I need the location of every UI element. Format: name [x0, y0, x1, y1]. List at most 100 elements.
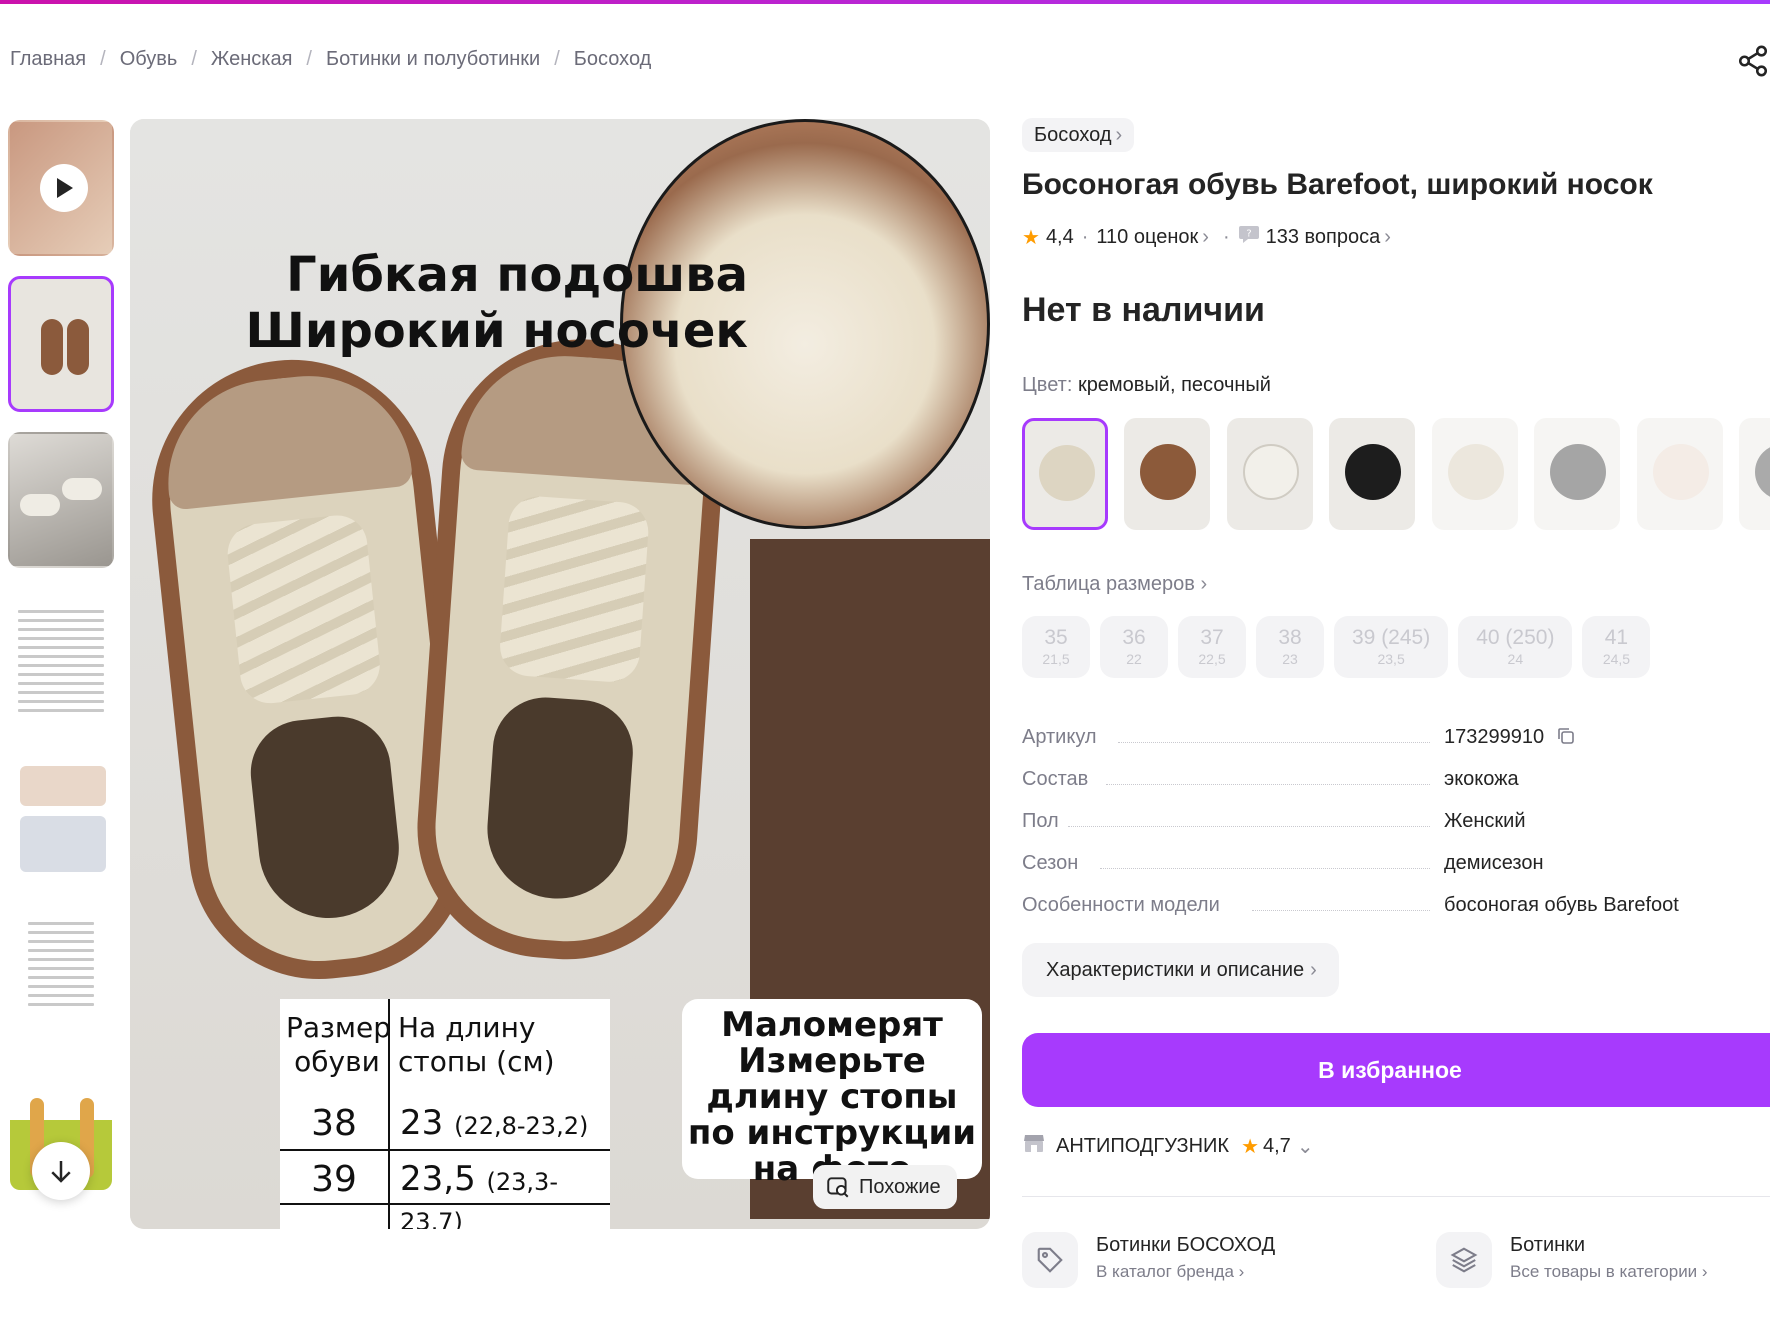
param-value: 173299910: [1444, 726, 1545, 748]
color-variant[interactable]: [1022, 418, 1108, 530]
brand-catalog-link[interactable]: Ботинки БОСОХОД В каталог бренда ›: [1022, 1232, 1275, 1288]
color-variant[interactable]: [1636, 418, 1723, 530]
param-key: Артикул: [1022, 726, 1103, 749]
color-variant[interactable]: [1226, 418, 1313, 530]
breadcrumb-item[interactable]: Главная: [10, 48, 86, 71]
color-variants: [1022, 418, 1770, 532]
thumbnail-video[interactable]: [8, 120, 114, 256]
param-key: Сезон: [1022, 852, 1085, 875]
play-icon: [40, 164, 88, 212]
category-link-subtitle: Все товары в категории: [1510, 1262, 1698, 1281]
chevron-right-icon: ›: [1384, 225, 1391, 248]
param-key: Пол: [1022, 810, 1065, 833]
thumbnail-image[interactable]: [8, 744, 114, 880]
size-option[interactable]: 36 22: [1100, 616, 1168, 678]
breadcrumb-separator: /: [306, 48, 312, 70]
image-size-table: Размер обуви На длину стопы (см) 38 23 (…: [280, 999, 610, 1229]
star-icon: ★: [1022, 226, 1040, 249]
chevron-right-icon: ›: [1115, 123, 1123, 146]
layers-icon: [1436, 1232, 1492, 1288]
separator-dot: ·: [1081, 225, 1089, 248]
color-variant[interactable]: [1739, 418, 1770, 530]
thumbnail-image[interactable]: [8, 276, 114, 412]
characteristics-button[interactable]: Характеристики и описание ›: [1022, 943, 1339, 997]
param-key: Особенности модели: [1022, 894, 1226, 917]
similar-products-button[interactable]: Похожие: [813, 1165, 957, 1209]
category-link[interactable]: Ботинки Все товары в категории ›: [1436, 1232, 1708, 1288]
breadcrumb-separator: /: [191, 48, 197, 70]
size-option[interactable]: 35 21,5: [1022, 616, 1090, 678]
brand-link-title: Ботинки БОСОХОД: [1096, 1234, 1276, 1256]
chevron-right-icon: ›: [1310, 958, 1317, 981]
param-row: Состав экокожа: [1022, 762, 1770, 804]
breadcrumb-item[interactable]: Обувь: [120, 48, 178, 71]
color-label: Цвет: кремовый, песочный: [1022, 374, 1271, 396]
product-title: Босоногая обувь Barefoot, широкий носок: [1022, 168, 1653, 201]
breadcrumb-item[interactable]: Женская: [211, 48, 293, 71]
param-value: демисезон: [1444, 852, 1544, 874]
param-row: Пол Женский: [1022, 804, 1770, 846]
thumbnail-image[interactable]: [8, 432, 114, 568]
reviews-link[interactable]: 110 оценок: [1096, 226, 1198, 249]
param-value: экокожа: [1444, 768, 1519, 790]
seller-name: АНТИПОДГУЗНИК: [1056, 1134, 1230, 1157]
question-icon: ?: [1238, 224, 1260, 250]
rating-value: 4,4: [1045, 225, 1074, 248]
thumbnail-image[interactable]: [8, 900, 114, 1036]
image-headline: Гибкая подошва Широкий носочек: [245, 247, 748, 359]
breadcrumb-item[interactable]: Ботинки и полуботинки: [326, 48, 540, 71]
size-option[interactable]: 37 22,5: [1178, 616, 1246, 678]
param-value: босоногая обувь Barefoot: [1444, 894, 1679, 916]
image-promo-text: Маломерят Измерьте длину стопы по инстру…: [682, 999, 982, 1187]
size-table-row: 39 23,5 (23,3-23,7): [280, 1149, 610, 1229]
questions-link[interactable]: 133 вопроса: [1266, 226, 1381, 249]
size-option[interactable]: 40 (250) 24: [1458, 616, 1573, 678]
share-icon[interactable]: [1736, 44, 1770, 78]
copy-icon[interactable]: [1556, 726, 1576, 752]
product-params: Артикул 173299910 Состав экокожа Пол Жен…: [1022, 720, 1770, 930]
scroll-down-button[interactable]: [32, 1142, 90, 1200]
thumbnail-image[interactable]: [8, 588, 114, 724]
category-link-title: Ботинки: [1510, 1234, 1586, 1256]
breadcrumb: Главная / Обувь / Женская / Ботинки и по…: [10, 48, 651, 71]
main-product-image[interactable]: Гибкая подошва Широкий носочек Размер об…: [130, 119, 990, 1229]
size-option[interactable]: 38 23: [1256, 616, 1324, 678]
size-table-link[interactable]: Таблица размеров ›: [1022, 573, 1207, 596]
similar-label: Похожие: [859, 1175, 941, 1198]
color-variant[interactable]: [1124, 418, 1211, 530]
seller-rating: 4,7: [1263, 1134, 1291, 1157]
stock-status: Нет в наличии: [1022, 291, 1265, 329]
breadcrumb-separator: /: [554, 48, 560, 70]
gallery-thumbnails: [8, 120, 116, 1230]
color-variant[interactable]: [1534, 418, 1621, 530]
brand-name: Босоход: [1034, 123, 1112, 146]
chevron-down-icon: ⌄: [1296, 1135, 1314, 1158]
brand-link-subtitle: В каталог бренда: [1096, 1262, 1234, 1281]
color-variant[interactable]: [1431, 418, 1518, 530]
rating-row: ★ 4,4 · 110 оценок › · ? 133 вопроса ›: [1022, 224, 1391, 250]
param-row: Сезон демисезон: [1022, 846, 1770, 888]
breadcrumb-item[interactable]: Босоход: [574, 48, 652, 71]
seller-icon: [1022, 1132, 1046, 1160]
arrow-down-icon: [51, 1161, 71, 1183]
chevron-right-icon: ›: [1202, 225, 1209, 248]
size-table-row: 38 23 (22,8-23,2): [311, 1103, 589, 1144]
star-icon: ★: [1241, 1135, 1259, 1158]
add-to-favorites-button[interactable]: В избранное: [1022, 1033, 1770, 1107]
svg-text:?: ?: [1246, 229, 1251, 240]
breadcrumb-separator: /: [100, 48, 106, 70]
color-variant[interactable]: [1329, 418, 1416, 530]
color-value: кремовый, песочный: [1077, 374, 1271, 396]
size-table-row: [280, 1203, 610, 1229]
divider: [1022, 1196, 1770, 1197]
size-selector: 35 21,5 36 22 37 22,5 38 23 39 (245) 23,5 40 …: [1022, 616, 1660, 678]
param-row: Артикул 173299910: [1022, 720, 1770, 762]
brand-link[interactable]: Босоход ›: [1022, 118, 1135, 152]
size-option[interactable]: 39 (245) 23,5: [1334, 616, 1449, 678]
seller-info[interactable]: АНТИПОДГУЗНИК ★ 4,7 ⌄: [1022, 1132, 1314, 1160]
param-row: Особенности модели босоногая обувь Baref…: [1022, 888, 1770, 930]
similar-search-icon: [827, 1177, 849, 1198]
size-option[interactable]: 41 24,5: [1582, 616, 1651, 678]
separator-dot: ·: [1222, 225, 1230, 248]
tag-icon: [1022, 1232, 1078, 1288]
